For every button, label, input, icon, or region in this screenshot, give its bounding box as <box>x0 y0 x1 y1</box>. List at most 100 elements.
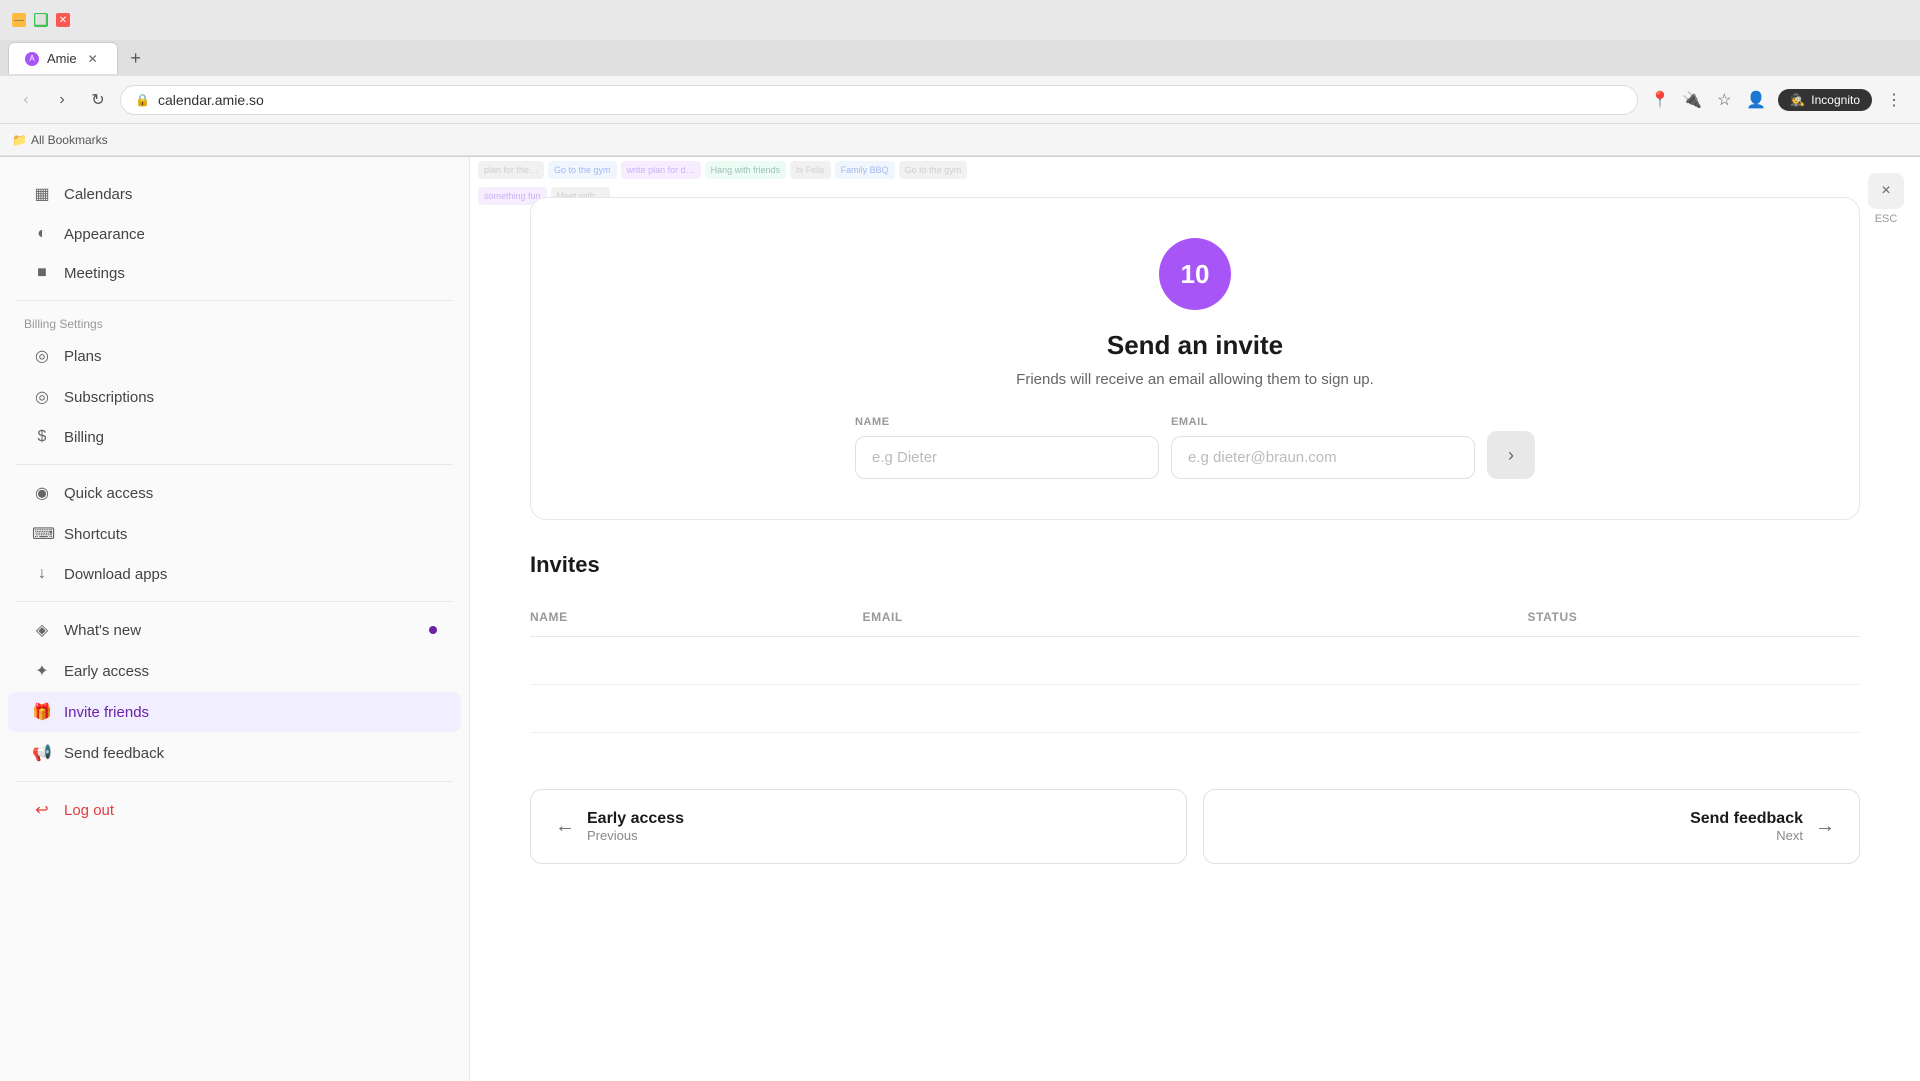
logout-icon: ↩ <box>32 800 52 820</box>
incognito-icon: 🕵 <box>1790 93 1805 107</box>
extension-icon[interactable]: 🔌 <box>1678 86 1706 114</box>
close-modal-button[interactable]: × <box>1868 173 1904 209</box>
forward-button[interactable]: › <box>48 86 76 114</box>
email-input[interactable] <box>1171 436 1475 479</box>
sidebar-item-label: Log out <box>64 802 437 819</box>
send-feedback-icon: 📢 <box>32 743 52 763</box>
meetings-icon: ■ <box>32 264 52 282</box>
tab-title: Amie <box>47 51 77 66</box>
url-bar[interactable]: 🔒 calendar.amie.so <box>120 85 1638 115</box>
sidebar-item-billing[interactable]: $ Billing <box>8 418 461 456</box>
bookmarks-label: All Bookmarks <box>31 133 108 147</box>
nav-buttons: ← Early access Previous Send feedback Ne… <box>530 789 1860 864</box>
sidebar-item-label: Subscriptions <box>64 389 437 406</box>
sidebar-item-logout[interactable]: ↩ Log out <box>8 790 461 830</box>
bookmarks-folder-icon: 📁 <box>12 133 27 147</box>
plans-icon: ◎ <box>32 346 52 366</box>
bookmarks-bar: 📁 All Bookmarks <box>0 124 1920 156</box>
back-button[interactable]: ‹ <box>12 86 40 114</box>
incognito-label: Incognito <box>1811 93 1860 107</box>
nav-next-title: Send feedback <box>1228 810 1803 828</box>
sidebar-item-label: Quick access <box>64 485 437 502</box>
sidebar-item-invite-friends[interactable]: 🎁 Invite friends <box>8 692 461 732</box>
send-invite-button[interactable]: › <box>1487 431 1535 479</box>
toolbar-icons: 📍 🔌 ☆ 👤 <box>1646 86 1770 114</box>
sidebar-divider-2 <box>16 464 453 465</box>
minimize-button[interactable]: — <box>12 13 26 27</box>
sidebar-item-quick-access[interactable]: ◉ Quick access <box>8 473 461 513</box>
nav-prev-text: Early access Previous <box>587 810 1162 843</box>
sidebar-item-plans[interactable]: ◎ Plans <box>8 336 461 376</box>
sidebar-item-label: Meetings <box>64 265 437 282</box>
lock-icon: 🔒 <box>135 93 150 107</box>
sidebar-divider-4 <box>16 781 453 782</box>
nav-prev-sub: Previous <box>587 828 1162 843</box>
sidebar-item-label: Send feedback <box>64 745 437 762</box>
invite-friends-icon: 🎁 <box>32 702 52 722</box>
sidebar-item-meetings[interactable]: ■ Meetings <box>8 254 461 292</box>
quick-access-icon: ◉ <box>32 483 52 503</box>
tab-close-button[interactable]: ✕ <box>85 51 101 67</box>
table-header: NAME EMAIL STATUS <box>530 598 1860 637</box>
active-tab[interactable]: A Amie ✕ <box>8 42 118 74</box>
main-content: plan for the… Go to the gym write plan f… <box>470 157 1920 1081</box>
sidebar-item-send-feedback[interactable]: 📢 Send feedback <box>8 733 461 773</box>
invites-section: Invites NAME EMAIL STATUS <box>530 552 1860 765</box>
location-icon[interactable]: 📍 <box>1646 86 1674 114</box>
titlebar: — ⬜ ✕ <box>0 0 1920 40</box>
nav-prev-card[interactable]: ← Early access Previous <box>530 789 1187 864</box>
email-label: EMAIL <box>1171 416 1475 428</box>
name-label: NAME <box>855 416 1159 428</box>
calendars-icon: ▦ <box>32 184 52 204</box>
address-bar: ‹ › ↻ 🔒 calendar.amie.so 📍 🔌 ☆ 👤 🕵 Incog… <box>0 76 1920 124</box>
sidebar-item-early-access[interactable]: ✦ Early access <box>8 651 461 691</box>
nav-next-card[interactable]: Send feedback Next → <box>1203 789 1860 864</box>
sidebar-item-label: Shortcuts <box>64 526 437 543</box>
subscriptions-icon: ◎ <box>32 387 52 407</box>
sidebar-item-subscriptions[interactable]: ◎ Subscriptions <box>8 377 461 417</box>
sidebar-item-label: Billing <box>64 429 437 446</box>
sidebar-item-label: Invite friends <box>64 704 437 721</box>
tab-bar: A Amie ✕ + <box>0 40 1920 76</box>
appearance-icon: ◐ <box>32 225 52 243</box>
sidebar-item-whats-new[interactable]: ◈ What's new <box>8 610 461 650</box>
sidebar-divider-3 <box>16 601 453 602</box>
incognito-button[interactable]: 🕵 Incognito <box>1778 89 1872 111</box>
new-indicator-dot <box>429 626 437 634</box>
name-field: NAME <box>855 416 1159 479</box>
name-input[interactable] <box>855 436 1159 479</box>
invite-title: Send an invite <box>1107 330 1283 361</box>
nav-next-text: Send feedback Next <box>1228 810 1803 843</box>
sidebar-item-shortcuts[interactable]: ⌨ Shortcuts <box>8 514 461 554</box>
invites-title: Invites <box>530 552 1860 578</box>
col-header-status: STATUS <box>1528 610 1861 624</box>
col-header-name: NAME <box>530 610 863 624</box>
early-access-icon: ✦ <box>32 661 52 681</box>
invite-form: NAME EMAIL › <box>855 416 1535 479</box>
maximize-button[interactable]: ⬜ <box>34 13 48 27</box>
billing-icon: $ <box>32 428 52 446</box>
nav-prev-title: Early access <box>587 810 1162 828</box>
menu-button[interactable]: ⋮ <box>1880 86 1908 114</box>
whats-new-icon: ◈ <box>32 620 52 640</box>
content-area: 10 Send an invite Friends will receive a… <box>470 157 1920 904</box>
reload-button[interactable]: ↻ <box>84 86 112 114</box>
sidebar-item-label: Download apps <box>64 566 437 583</box>
star-icon[interactable]: ☆ <box>1710 86 1738 114</box>
sidebar: ▦ Calendars ◐ Appearance ■ Meetings Bill… <box>0 157 470 1081</box>
sidebar-item-download-apps[interactable]: ↓ Download apps <box>8 555 461 593</box>
sidebar-item-label: Calendars <box>64 186 437 203</box>
send-invite-section: 10 Send an invite Friends will receive a… <box>530 197 1860 520</box>
invite-badge: 10 <box>1159 238 1231 310</box>
sidebar-divider <box>16 300 453 301</box>
sidebar-item-calendars[interactable]: ▦ Calendars <box>8 174 461 214</box>
sidebar-item-label: Early access <box>64 663 437 680</box>
download-icon: ↓ <box>32 565 52 583</box>
close-button[interactable]: ✕ <box>56 13 70 27</box>
sidebar-item-appearance[interactable]: ◐ Appearance <box>8 215 461 253</box>
invite-subtitle: Friends will receive an email allowing t… <box>1016 371 1374 388</box>
profile-icon[interactable]: 👤 <box>1742 86 1770 114</box>
tab-favicon: A <box>25 52 39 66</box>
sidebar-item-label: What's new <box>64 622 417 639</box>
new-tab-button[interactable]: + <box>122 44 150 72</box>
